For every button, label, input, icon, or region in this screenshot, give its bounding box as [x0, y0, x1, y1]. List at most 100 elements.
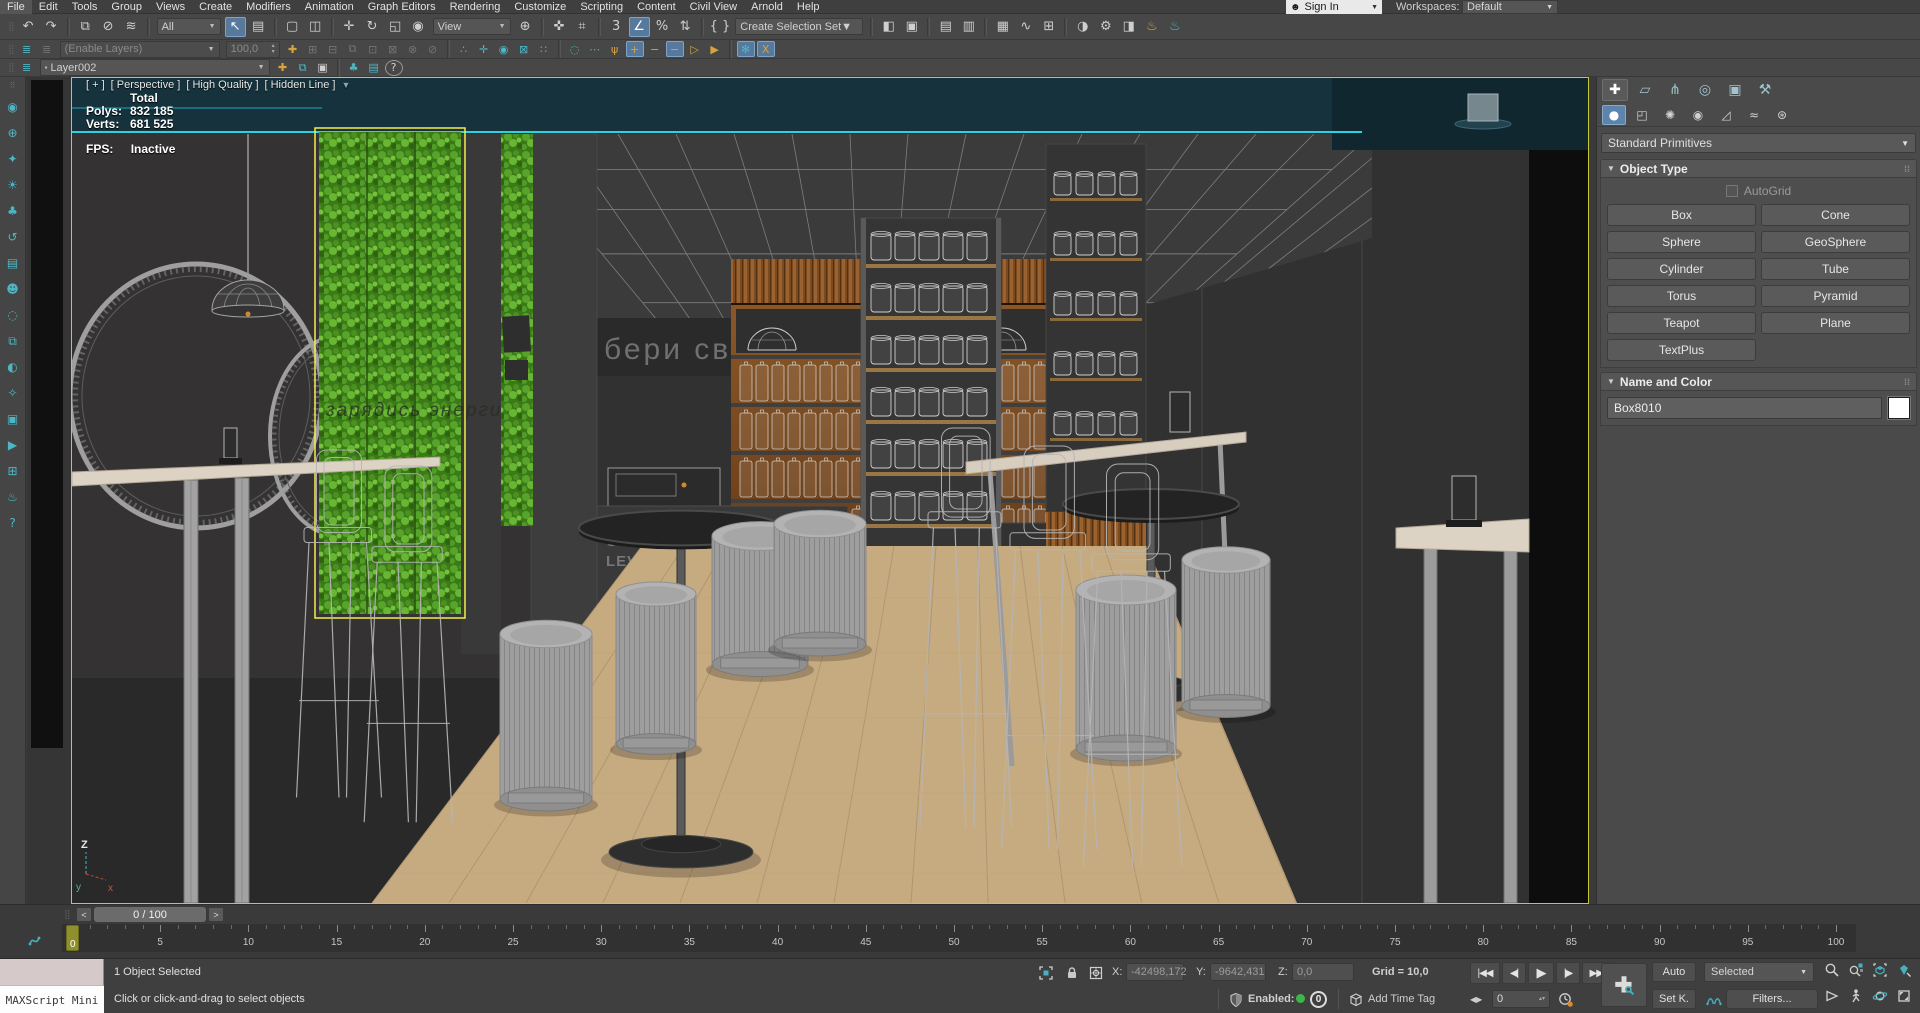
- add-time-tag[interactable]: Add Time Tag: [1368, 993, 1435, 1005]
- filter-funnel-icon[interactable]: ▼: [341, 80, 350, 90]
- menu-civil-view[interactable]: Civil View: [683, 0, 744, 14]
- geometry-subtab[interactable]: ●: [1602, 105, 1626, 125]
- monitor-play-icon[interactable]: ▶: [3, 435, 23, 455]
- collapse-anim-layer-icon[interactable]: ⊠: [384, 41, 402, 57]
- redo-icon[interactable]: ↷: [41, 17, 62, 37]
- add-camera-icon[interactable]: ⊕: [3, 123, 23, 143]
- orbit-icon[interactable]: [1870, 986, 1890, 1006]
- arrow-cursor-outline-icon[interactable]: ▷: [686, 41, 704, 57]
- menu-rendering[interactable]: Rendering: [443, 0, 508, 14]
- autogrid-checkbox[interactable]: [1726, 185, 1738, 197]
- motion-tab[interactable]: ◎: [1692, 79, 1718, 101]
- percent-snap-toggle-icon[interactable]: %: [652, 17, 673, 37]
- set-key-button[interactable]: Set K.: [1652, 989, 1696, 1009]
- isolate-selection-icon[interactable]: [1036, 963, 1056, 983]
- viewport-canvas[interactable]: бери свой напиток здесь: [72, 78, 1588, 903]
- shield-icon[interactable]: [1226, 990, 1246, 1010]
- time-slider-value[interactable]: 0 / 100: [94, 907, 206, 922]
- spinner-arrows[interactable]: ▴▾: [272, 43, 275, 55]
- zoom-extents-icon[interactable]: [1870, 960, 1890, 980]
- menu-tools[interactable]: Tools: [65, 0, 105, 14]
- bind-to-space-warp-icon[interactable]: ≋: [121, 17, 142, 37]
- time-slider-next-button[interactable]: >: [208, 907, 224, 922]
- layer-explorer-icon[interactable]: ≣: [18, 60, 36, 76]
- use-pivot-point-center-icon[interactable]: ⊕: [515, 17, 536, 37]
- viewport-menu-quality[interactable]: [ High Quality ]: [186, 79, 258, 91]
- menu-edit[interactable]: Edit: [32, 0, 65, 14]
- toolbar-grip[interactable]: ⣿: [8, 21, 13, 32]
- field-of-view-icon[interactable]: [1822, 986, 1842, 1006]
- select-by-name-icon[interactable]: ▤: [248, 17, 269, 37]
- dotted-circle-icon[interactable]: ◌: [566, 41, 584, 57]
- utilities-tab[interactable]: ⚒: [1752, 79, 1778, 101]
- grid-icon[interactable]: ⊞: [3, 461, 23, 481]
- select-and-rotate-icon[interactable]: ↻: [362, 17, 383, 37]
- edit-named-selection-sets-icon[interactable]: { }: [709, 17, 732, 37]
- gizmo-box-icon[interactable]: ⊠: [515, 41, 533, 57]
- plane-button[interactable]: Plane: [1761, 312, 1910, 334]
- next-frame-icon[interactable]: |▶: [1556, 962, 1580, 984]
- render-in-cloud-icon[interactable]: ♨: [1164, 17, 1185, 37]
- arrow-cursor-filled-icon[interactable]: ▶: [706, 41, 724, 57]
- create-layer-icon[interactable]: ✚: [274, 60, 292, 76]
- time-configuration-icon[interactable]: [1556, 990, 1576, 1010]
- select-and-link-icon[interactable]: ⧉: [75, 17, 96, 37]
- textplus-button[interactable]: TextPlus: [1607, 339, 1756, 361]
- merge-anim-layer-icon[interactable]: ⊗: [404, 41, 422, 57]
- sun-icon[interactable]: ☀: [3, 175, 23, 195]
- reference-coordinate-system-dropdown[interactable]: View▼: [433, 18, 511, 35]
- create-tab[interactable]: ✚: [1602, 79, 1628, 101]
- notes-panel-icon[interactable]: ▤: [365, 60, 383, 76]
- help-icon[interactable]: ?: [3, 513, 23, 533]
- selection-filter-dropdown[interactable]: All▼: [157, 18, 221, 35]
- minus-key-box-icon[interactable]: −: [666, 41, 684, 57]
- object-color-swatch[interactable]: [1888, 397, 1910, 419]
- select-and-place-icon[interactable]: ◉: [408, 17, 429, 37]
- minus-key-icon[interactable]: −: [646, 41, 664, 57]
- perspective-viewport[interactable]: бери свой напиток здесь: [71, 77, 1589, 904]
- unlink-selection-icon[interactable]: ⊘: [98, 17, 119, 37]
- light-bulb-icon[interactable]: ✦: [3, 149, 23, 169]
- box-button[interactable]: Box: [1607, 204, 1756, 226]
- maxscript-mini-label[interactable]: MAXScript Mini: [0, 986, 104, 1013]
- render-production-icon[interactable]: ♨: [1141, 17, 1162, 37]
- previous-frame-icon[interactable]: ◀|: [1502, 962, 1526, 984]
- toggle-layer-explorer-icon[interactable]: ▥: [958, 17, 979, 37]
- viewport-menu-style[interactable]: [ Hidden Line ]: [265, 79, 336, 91]
- angle-snap-toggle-icon[interactable]: ∠: [629, 17, 650, 37]
- layer-stack-icon[interactable]: ≣: [38, 41, 56, 57]
- maximize-viewport-icon[interactable]: [1894, 986, 1914, 1006]
- y-coord-field[interactable]: -9642,431: [1210, 963, 1266, 981]
- menu-customize[interactable]: Customize: [507, 0, 573, 14]
- frame-nudge-icon[interactable]: ◀▶: [1470, 995, 1482, 1004]
- active-layer-dropdown[interactable]: ▪Layer002▼: [40, 59, 270, 76]
- menu-views[interactable]: Views: [149, 0, 192, 14]
- dot-sphere-icon[interactable]: ◉: [495, 41, 513, 57]
- trees-icon[interactable]: ♣: [345, 60, 363, 76]
- material-editor-icon[interactable]: ◑: [1072, 17, 1093, 37]
- sphere-button[interactable]: Sphere: [1607, 231, 1756, 253]
- key-filter-dropdown[interactable]: Selected ▼: [1704, 962, 1814, 982]
- foliage-icon[interactable]: ♣: [3, 201, 23, 221]
- time-slider-prev-button[interactable]: <: [76, 907, 92, 922]
- auto-key-button[interactable]: Auto: [1652, 962, 1696, 982]
- window-crossing-icon[interactable]: ◫: [305, 17, 326, 37]
- bulb-gear-icon[interactable]: ✧: [3, 383, 23, 403]
- sign-in-button[interactable]: ☻ Sign In ▼: [1286, 0, 1382, 14]
- viewport-menu-general[interactable]: [ + ]: [86, 79, 105, 91]
- mirror-icon[interactable]: ◧: [878, 17, 899, 37]
- rectangular-selection-region-icon[interactable]: ▢: [282, 17, 303, 37]
- snowflake-key-icon[interactable]: ✻: [737, 41, 755, 57]
- menu-group[interactable]: Group: [104, 0, 149, 14]
- schematic-view-icon[interactable]: ⊞: [1038, 17, 1059, 37]
- select-object-icon[interactable]: ↖: [225, 17, 246, 37]
- toolbar-grip[interactable]: ⣿: [8, 44, 13, 55]
- pyramid-button[interactable]: Pyramid: [1761, 285, 1910, 307]
- walk-through-icon[interactable]: [1846, 986, 1866, 1006]
- rendered-frame-window-icon[interactable]: ◨: [1118, 17, 1139, 37]
- toggle-ribbon-icon[interactable]: ▦: [992, 17, 1013, 37]
- space-warps-subtab[interactable]: ≈: [1742, 105, 1766, 125]
- x-coord-field[interactable]: -42498,172: [1126, 963, 1184, 981]
- select-layer-objects-icon[interactable]: ▣: [314, 60, 332, 76]
- play-icon[interactable]: ▶: [1528, 962, 1554, 984]
